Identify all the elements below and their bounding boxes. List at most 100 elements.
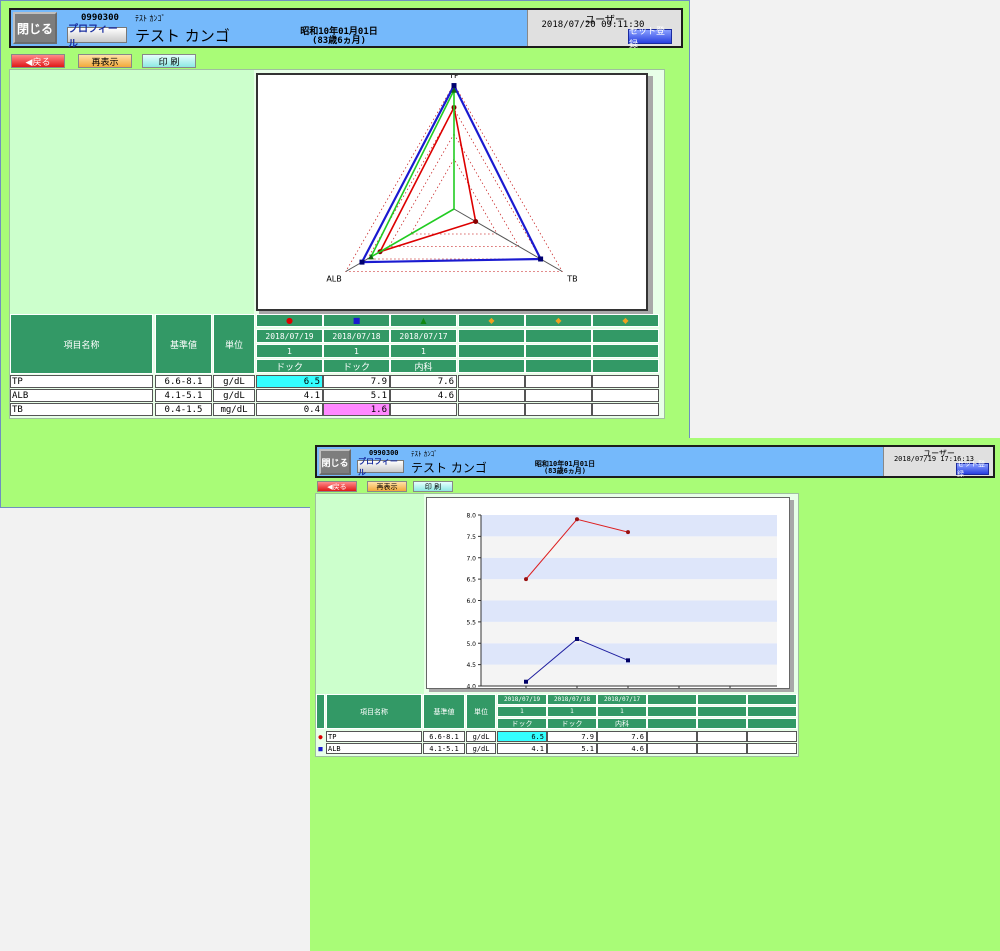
radar-chart: TP ALB TB [326, 71, 577, 284]
refresh-button[interactable]: 再表示 [367, 481, 407, 492]
column-date [747, 694, 797, 705]
left-pane [10, 70, 254, 314]
column-date: 2018/07/17 [597, 694, 647, 705]
patient-header: 閉じる 0990300 ﾃｽﾄ ｶﾝｺﾞ プロフィール テスト カンゴ 昭和10… [9, 8, 683, 50]
profile-button[interactable]: プロフィール [67, 24, 127, 50]
print-button[interactable]: 印 刷 [142, 54, 196, 68]
column-count: 1 [547, 706, 597, 717]
row-unit: g/dL [466, 731, 496, 742]
radar-chart-frame: TP ALB TB [256, 71, 648, 311]
radar-data-point [359, 259, 365, 265]
result-cell [697, 743, 747, 754]
y-tick-label: 8.0 [466, 513, 476, 520]
radar-data-point [368, 253, 375, 260]
result-cell [458, 389, 525, 402]
y-tick-label: 4.5 [466, 662, 476, 669]
result-cell: 6.5 [256, 375, 323, 388]
row-marker: ● [318, 732, 323, 741]
row-item-name: TB [10, 403, 153, 416]
data-point [626, 658, 630, 663]
column-department [458, 359, 525, 373]
result-cell [525, 375, 592, 388]
birth-date: 昭和10年01月01日 (83歳6ヵ月) [529, 460, 601, 476]
patient-kana: ﾃｽﾄ ｶﾝｺﾞ [135, 14, 166, 23]
y-tick-label: 7.5 [466, 534, 476, 541]
chart-shadow-bottom [429, 689, 794, 692]
result-cell [525, 389, 592, 402]
result-cell [592, 375, 659, 388]
line-chart-frame: 4.0 4.5 5.0 5.5 6.0 6.5 7.0 7.5 8.0 [426, 497, 790, 691]
header-reference-range: 基準値 [423, 694, 465, 729]
header-unit: 単位 [213, 314, 255, 374]
row-reference-range: 4.1-5.1 [423, 743, 465, 754]
chart-shadow [648, 76, 653, 314]
plot-band [481, 600, 777, 622]
column-department [647, 718, 697, 729]
line-window: 閉じる 0990300 ﾃｽﾄ ｶﾝｺﾞ プロフィール テスト カンゴ 昭和10… [310, 438, 1000, 951]
column-date: 2018/07/17 [390, 329, 457, 343]
result-cell: 4.1 [497, 743, 547, 754]
y-tick-label: 7.0 [466, 555, 476, 562]
column-date: 2018/07/19 [497, 694, 547, 705]
plot-band [481, 621, 777, 644]
birth-date: 昭和10年01月01日 (83歳6ヵ月) [291, 27, 387, 47]
result-cell [592, 403, 659, 416]
close-button[interactable]: 閉じる [319, 449, 351, 475]
close-button[interactable]: 閉じる [13, 12, 57, 44]
result-cell [458, 375, 525, 388]
result-cell: 6.5 [497, 731, 547, 742]
column-count: 1 [390, 344, 457, 358]
result-cell: 4.1 [256, 389, 323, 402]
profile-button[interactable]: プロフィール [357, 457, 404, 477]
print-button[interactable]: 印 刷 [413, 481, 453, 492]
series-marker: ◆ [525, 314, 592, 327]
patient-name: テスト カンゴ [411, 461, 487, 475]
result-cell [592, 389, 659, 402]
back-button[interactable]: ◀戻る [317, 481, 357, 492]
refresh-button[interactable]: 再表示 [78, 54, 132, 68]
row-reference-range: 0.4-1.5 [155, 403, 212, 416]
radar-window: 閉じる 0990300 ﾃｽﾄ ｶﾝｺﾞ プロフィール テスト カンゴ 昭和10… [0, 0, 690, 508]
column-count: 1 [597, 706, 647, 717]
back-button[interactable]: ◀戻る [11, 54, 65, 68]
column-date: 2018/07/19 [256, 329, 323, 343]
radar-axis-label: TB [566, 275, 577, 284]
column-department: 内科 [597, 718, 647, 729]
result-cell [647, 731, 697, 742]
row-unit: g/dL [213, 375, 255, 388]
user-panel: ユーザー 2018/07/20 09:11:30 セット登録 [527, 10, 681, 50]
radar-data-point [538, 256, 544, 262]
series-marker: ◆ [458, 314, 525, 327]
radar-axis-label: ALB [326, 275, 341, 284]
set-register-button[interactable]: セット登録 [628, 27, 672, 50]
row-reference-range: 6.6-8.1 [423, 731, 465, 742]
row-item-name: ALB [326, 743, 422, 754]
results-table: 項目名称 基準値 単位 2018/07/19 1 ドック 2018/07/18 1 ドック 201… [316, 694, 800, 756]
y-tick-label: 4.0 [466, 684, 476, 689]
column-count [697, 706, 747, 717]
result-cell: 4.6 [390, 389, 457, 402]
result-cell [747, 731, 797, 742]
data-point [626, 530, 630, 535]
column-count [592, 344, 659, 358]
set-register-button[interactable]: セット登録 [956, 460, 989, 478]
main-content: TP ALB TB 項目名称 基準値 単位 ● 2018/07/19 1 ドック ■ 2018/07… [9, 69, 665, 419]
column-department [697, 718, 747, 729]
data-point [575, 636, 579, 641]
row-item-name: TP [326, 731, 422, 742]
result-cell [697, 731, 747, 742]
age-text: (83歳6ヵ月) [311, 36, 367, 47]
row-unit: mg/dL [213, 403, 255, 416]
radar-data-point [473, 219, 479, 224]
header-item-name: 項目名称 [10, 314, 153, 374]
column-department: ドック [547, 718, 597, 729]
result-cell: 0.4 [256, 403, 323, 416]
radar-axis [453, 208, 563, 272]
series-marker: ▲ [390, 314, 457, 327]
main-content: 4.0 4.5 5.0 5.5 6.0 6.5 7.0 7.5 8.0 項目名称 基準値 単位 201… [315, 493, 799, 757]
result-cell [747, 743, 797, 754]
result-cell: 5.1 [323, 389, 390, 402]
column-count [747, 706, 797, 717]
series-marker: ● [256, 314, 323, 327]
column-count [458, 344, 525, 358]
